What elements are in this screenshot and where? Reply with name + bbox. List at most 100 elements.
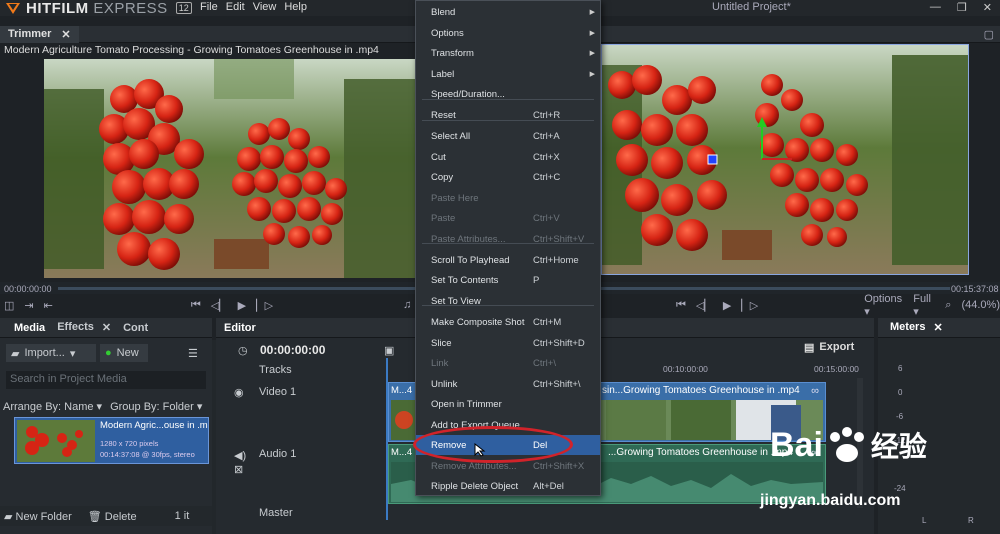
- group-dropdown[interactable]: Group By: Folder ▾: [110, 400, 202, 413]
- context-menu: Blend ▶ Options ▶ Transform ▶ Label ▶ Speed/Dura…: [415, 0, 601, 496]
- viewer-scrubber[interactable]: [600, 287, 950, 290]
- tab-meters[interactable]: Meters ✕: [890, 321, 943, 334]
- menu-item-set-to-contents[interactable]: Set To Contents P: [416, 270, 600, 290]
- menu-item-shortcut: Ctrl+V: [533, 212, 560, 224]
- new-folder-button[interactable]: ▰ New Folder: [4, 510, 72, 523]
- menu-item-scroll-to-playhead[interactable]: Scroll To Playhead Ctrl+Home: [416, 250, 600, 270]
- media-item-res: 1280 x 720 pixels: [100, 439, 159, 448]
- app-name-suffix: EXPRESS: [93, 0, 168, 17]
- menu-item-label: Cut: [431, 151, 446, 163]
- new-button[interactable]: ● New: [100, 344, 148, 362]
- group-label: Group By: Folder: [110, 401, 194, 413]
- prev-frame-icon[interactable]: ⏮: [676, 299, 686, 312]
- media-thumbnail: [17, 420, 95, 462]
- maximize-panel-icon[interactable]: ▢: [984, 28, 994, 41]
- app-name: HITFILM: [26, 0, 89, 17]
- prev-frame-icon[interactable]: ⏮: [191, 299, 201, 312]
- arrange-dropdown[interactable]: Arrange By: Name ▾: [3, 400, 102, 413]
- snapshot-icon[interactable]: ▣: [384, 344, 394, 357]
- close-icon[interactable]: ✕: [102, 321, 111, 334]
- play-icon[interactable]: ▶: [238, 299, 246, 312]
- minimize-icon[interactable]: —: [930, 1, 941, 14]
- menu-item-shortcut: P: [533, 274, 540, 286]
- export-button[interactable]: ▤ Export: [804, 341, 854, 354]
- media-panel: Media Effects ✕ Cont ▰ Import... ▾ ● New ☰ S…: [0, 318, 212, 534]
- media-search-input[interactable]: Search in Project Media: [6, 371, 206, 389]
- item-count: 1 it: [174, 510, 190, 522]
- menu-item-label: Transform: [431, 47, 474, 59]
- audio-solo-icon[interactable]: ⊠: [234, 463, 243, 476]
- trimmer-clip-title: Modern Agriculture Tomato Processing - G…: [4, 44, 379, 56]
- tab-media[interactable]: Media: [14, 322, 45, 334]
- viewer-fit[interactable]: Full ▾: [913, 293, 935, 318]
- editor-timecode[interactable]: 00:00:00:00: [260, 343, 325, 357]
- menu-item-label[interactable]: Label ▶: [416, 64, 600, 84]
- menu-help[interactable]: Help: [284, 1, 307, 13]
- menu-item-set-to-view[interactable]: Set To View: [416, 291, 600, 311]
- close-icon[interactable]: ✕: [61, 28, 70, 41]
- viewer-options[interactable]: Options ▾: [864, 293, 903, 318]
- close-icon[interactable]: ✕: [983, 1, 992, 14]
- tab-effects[interactable]: Effects ✕: [57, 321, 111, 334]
- menu-item-label: Ripple Delete Object: [431, 480, 519, 492]
- list-view-icon[interactable]: ☰: [188, 347, 198, 360]
- menu-item-reset[interactable]: Reset Ctrl+R: [416, 105, 600, 125]
- menu-item-open-in-trimmer[interactable]: Open in Trimmer: [416, 394, 600, 414]
- menu-item-cut[interactable]: Cut Ctrl+X: [416, 147, 600, 167]
- menu-edit[interactable]: Edit: [226, 1, 245, 13]
- menu-item-label: Link: [431, 357, 449, 369]
- menu-item-make-composite-shot[interactable]: Make Composite Shot Ctrl+M: [416, 312, 600, 332]
- menu-item-blend[interactable]: Blend ▶: [416, 2, 600, 22]
- menu-item-label: Slice: [431, 337, 452, 349]
- menu-item-unlink[interactable]: Unlink Ctrl+Shift+\: [416, 374, 600, 394]
- menu-item-shortcut: Ctrl+Shift+D: [533, 337, 585, 349]
- export-frame-icon[interactable]: ⇤: [44, 299, 53, 312]
- eye-icon[interactable]: ◉: [234, 386, 244, 399]
- step-back-icon[interactable]: ◁▏: [211, 299, 228, 312]
- clip-prefix: M...4: [391, 447, 413, 458]
- tab-controls-label: Cont: [123, 321, 149, 334]
- close-icon[interactable]: ✕: [933, 321, 942, 334]
- arrange-row: Arrange By: Name ▾ Group By: Folder ▾: [3, 400, 202, 413]
- audio-track-label: Audio 1: [259, 448, 297, 460]
- import-button[interactable]: ▰ Import... ▾: [6, 344, 96, 362]
- menu-file[interactable]: File: [200, 1, 218, 13]
- viewer-video-frame[interactable]: [601, 44, 969, 275]
- menu-item-options[interactable]: Options ▶: [416, 23, 600, 43]
- delete-button[interactable]: 🗑 Delete: [88, 510, 137, 523]
- tab-editor[interactable]: Editor: [224, 322, 256, 334]
- zoom-icon[interactable]: ⌕: [945, 299, 951, 312]
- menu-item-speed-duration[interactable]: Speed/Duration...: [416, 84, 600, 104]
- tracks-label: Tracks: [259, 364, 292, 376]
- step-forward-icon[interactable]: ▏▷: [256, 299, 273, 312]
- step-back-icon[interactable]: ◁▏: [696, 299, 713, 312]
- submenu-arrow-icon: ▶: [589, 50, 595, 57]
- menu-item-label: Set To View: [431, 295, 481, 307]
- audio-icon[interactable]: ♫: [403, 299, 411, 311]
- menu-item-transform[interactable]: Transform ▶: [416, 43, 600, 63]
- maximize-icon[interactable]: ❐: [957, 1, 967, 14]
- tab-trimmer[interactable]: Trimmer ✕: [0, 26, 79, 43]
- menu-item-paste-here: Paste Here: [416, 188, 600, 208]
- menu-view[interactable]: View: [253, 1, 277, 13]
- menu-item-label: Speed/Duration...: [431, 88, 505, 100]
- menu-item-label: Scroll To Playhead: [431, 254, 510, 266]
- trimmer-video-frame[interactable]: [44, 59, 415, 278]
- play-icon[interactable]: ▶: [723, 299, 731, 312]
- overlay-icon[interactable]: ⇥: [24, 299, 33, 312]
- viewer-controls: ⏮ ◁▏ ▶ ▏▷ Options ▾ Full ▾ ⌕ (44.0%): [601, 293, 1000, 318]
- media-item[interactable]: Modern Agric...ouse in .m 1280 x 720 pix…: [14, 417, 209, 464]
- submenu-arrow-icon: ▶: [589, 30, 595, 37]
- speaker-icon[interactable]: ◀): [234, 449, 246, 462]
- menu-item-slice[interactable]: Slice Ctrl+Shift+D: [416, 333, 600, 353]
- menu-item-copy[interactable]: Copy Ctrl+C: [416, 167, 600, 187]
- insert-icon[interactable]: ◫: [4, 299, 14, 312]
- menu-item-ripple-delete-object[interactable]: Ripple Delete Object Alt+Del: [416, 476, 600, 496]
- viewer-fit-label: Full: [913, 292, 931, 305]
- tab-controls[interactable]: Cont: [123, 322, 148, 334]
- menu-item-select-all[interactable]: Select All Ctrl+A: [416, 126, 600, 146]
- viewer-zoom[interactable]: (44.0%): [961, 299, 1000, 311]
- window-controls: — ❐ ✕: [930, 1, 992, 14]
- tab-effects-label: Effects: [57, 321, 94, 333]
- step-forward-icon[interactable]: ▏▷: [741, 299, 758, 312]
